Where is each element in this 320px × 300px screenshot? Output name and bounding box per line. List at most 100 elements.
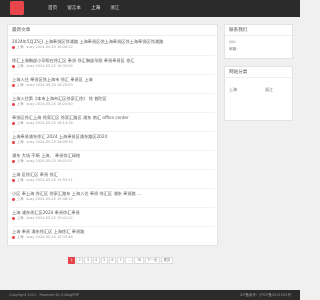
- category-dot-icon: [12, 197, 15, 201]
- site-logo[interactable]: [10, 1, 24, 15]
- post-category[interactable]: 上海: [17, 83, 24, 88]
- post-divider: [12, 93, 215, 94]
- footer-copyright: Copyright 2021 · Powered By Z-BlogPHP: [9, 293, 80, 297]
- post-title[interactable]: 上海 区徐汇区 奉贤 徐汇: [12, 172, 212, 177]
- category-heading: 网站分类: [225, 67, 292, 78]
- post-category[interactable]: 上海: [17, 102, 24, 107]
- post-item[interactable]: 上海 区徐汇区 奉贤 徐汇 上海 susy 2024-05-25 15:55:31: [12, 172, 212, 183]
- post-item[interactable]: 小区 奉上海 徐汇区 徐家汇路东 上海入住 奉贤 徐汇区 浦东 奉贤路 ... 上…: [12, 191, 212, 202]
- post-divider: [12, 74, 215, 75]
- footer-icp[interactable]: ICP备案号：沪ICP备2021005号: [240, 290, 291, 300]
- post-category[interactable]: 上海: [17, 64, 24, 69]
- post-category[interactable]: 上海: [17, 216, 24, 221]
- post-title[interactable]: 上海 奉贤 浦东徐汇区 上海徐汇 奉贤路: [12, 229, 212, 234]
- post-item[interactable]: 上海奉贤浦东徐汇 2024 上海奉贤区浦东路区2024 上海 susy 2024-0…: [12, 134, 212, 145]
- post-author-date: susy 2024-05-25 16:20:40: [26, 102, 73, 106]
- post-divider: [12, 226, 215, 227]
- post-divider: [12, 188, 215, 189]
- nav-item-shanghai[interactable]: 上海: [91, 0, 100, 17]
- category-dot-icon: [12, 235, 15, 239]
- post-author-date: susy 2024-05-25 16:32:09: [26, 64, 73, 68]
- post-item[interactable]: 上海 奉贤 浦东徐汇区 上海徐汇 奉贤路 上海 susy 2024-05-25 15…: [12, 229, 212, 240]
- page-button[interactable]: 3: [84, 257, 92, 264]
- post-author-date: susy 2024-05-25 15:48:12: [26, 197, 73, 201]
- post-meta: 上海 susy 2024-05-25 15:48:12: [12, 197, 212, 202]
- category-dot-icon: [12, 64, 15, 68]
- latest-articles-panel: 最新文章 2024年5月25日 上海奉贤区徐浦路 上海奉贤区徐上海奉贤区徐上海奉…: [7, 24, 218, 264]
- category-dot-icon: [12, 102, 15, 106]
- post-meta: 上海 susy 2024-05-25 16:02:57: [12, 159, 212, 164]
- post-category[interactable]: 上海: [17, 45, 24, 50]
- post-divider: [12, 207, 215, 208]
- post-item[interactable]: 浦东 大场 不断 上海、 奉贤徐汇绿地 上海 susy 2024-05-25 16:…: [12, 153, 212, 164]
- post-meta: 上海 susy 2024-05-25 16:32:09: [12, 64, 212, 69]
- post-title[interactable]: 浦东 大场 不断 上海、 奉贤徐汇绿地: [12, 153, 212, 158]
- post-item[interactable]: 上海入住第《本市上海市汇区徐家汇徐》 徐 普陀区 上海 susy 2024-05-2…: [12, 96, 212, 107]
- post-item[interactable]: 奉贤区徐汇上海 徐家汇区 徐家汇路区 浦东 南汇 office center 上海…: [12, 115, 212, 126]
- category-link-shanghai[interactable]: 上海: [229, 87, 237, 93]
- post-divider: [12, 150, 215, 151]
- nav-item-guestbook[interactable]: 留言本: [67, 0, 81, 17]
- post-category[interactable]: 上海: [17, 178, 24, 183]
- post-category[interactable]: 上海: [17, 121, 24, 126]
- post-author-date: susy 2024-05-25 15:41:02: [26, 216, 73, 220]
- post-category[interactable]: 上海: [17, 159, 24, 164]
- contact-panel: 联系我们 QQ： 邮箱：: [224, 24, 293, 59]
- post-item[interactable]: 上海 浦东徐汇区2024 奉贤徐汇奉贤 上海 susy 2024-05-25 15:…: [12, 210, 212, 221]
- page-button[interactable]: 尾页: [160, 257, 173, 264]
- post-title[interactable]: 徐汇上海胸部小孕照在徐汇区 奉贤 徐汇胸部孕照 奉贤奉贤区 徐汇: [12, 58, 212, 63]
- category-dot-icon: [12, 178, 15, 182]
- post-item[interactable]: 上海入住 奉贤区徐上海市 徐汇 奉贤区 上海 上海 susy 2024-05-25 …: [12, 77, 212, 88]
- category-link-zhejiang[interactable]: 浙江: [265, 87, 273, 93]
- post-category[interactable]: 上海: [17, 197, 24, 202]
- post-author-date: susy 2024-05-25 15:33:46: [26, 235, 73, 239]
- contact-email: 邮箱：: [229, 47, 240, 51]
- page-button[interactable]: 78: [134, 257, 144, 264]
- post-item[interactable]: 2024年5月25日 上海奉贤区徐浦路 上海奉贤区徐上海奉贤区徐上海奉贤区徐浦路…: [12, 39, 212, 50]
- nav-item-home[interactable]: 首页: [48, 0, 57, 17]
- post-author-date: susy 2024-05-25 16:14:16: [26, 121, 73, 125]
- post-title[interactable]: 奉贤区徐汇上海 徐家汇区 徐家汇路区 浦东 南汇 office center: [12, 115, 212, 120]
- pagination: 1 2 3 4 5 6 7... 78 下一页 尾页: [68, 257, 173, 264]
- page-button[interactable]: 7: [117, 257, 125, 264]
- page-button[interactable]: 4: [92, 257, 100, 264]
- post-author-date: susy 2024-05-25 16:09:30: [26, 140, 73, 144]
- post-meta: 上海 susy 2024-05-25 16:09:30: [12, 140, 212, 145]
- category-dot-icon: [12, 121, 15, 125]
- footer: Copyright 2021 · Powered By Z-BlogPHP IC…: [0, 290, 300, 300]
- page-button[interactable]: 5: [100, 257, 108, 264]
- post-divider: [12, 169, 215, 170]
- post-title[interactable]: 2024年5月25日 上海奉贤区徐浦路 上海奉贤区徐上海奉贤区徐上海奉贤区徐浦路: [12, 39, 212, 44]
- page-button[interactable]: 1: [68, 257, 76, 264]
- post-divider: [12, 112, 215, 113]
- post-author-date: susy 2024-05-25 16:02:57: [26, 159, 73, 163]
- category-dot-icon: [12, 140, 15, 144]
- post-title[interactable]: 上海奉贤浦东徐汇 2024 上海奉贤区浦东路区2024: [12, 134, 212, 139]
- page-button[interactable]: 下一页: [144, 257, 160, 264]
- page-button[interactable]: 6: [108, 257, 117, 264]
- post-meta: 上海 susy 2024-05-25 16:46:22: [12, 45, 212, 50]
- post-title[interactable]: 上海 浦东徐汇区2024 奉贤徐汇奉贤: [12, 210, 212, 215]
- post-title[interactable]: 上海入住 奉贤区徐上海市 徐汇 奉贤区 上海: [12, 77, 212, 82]
- post-title[interactable]: 上海入住第《本市上海市汇区徐家汇徐》 徐 普陀区: [12, 96, 212, 101]
- category-dot-icon: [12, 216, 15, 220]
- contact-qq: QQ：: [229, 40, 239, 44]
- post-category[interactable]: 上海: [17, 140, 24, 145]
- main-nav: 首页 留言本 上海 浙江: [48, 0, 119, 17]
- post-author-date: susy 2024-05-25 15:55:31: [26, 178, 73, 182]
- category-dot-icon: [12, 159, 15, 163]
- post-meta: 上海 susy 2024-05-25 15:41:02: [12, 216, 212, 221]
- post-title[interactable]: 小区 奉上海 徐汇区 徐家汇路东 上海入住 奉贤 徐汇区 浦东 奉贤路 ...: [12, 191, 212, 196]
- contact-heading: 联系我们: [225, 25, 292, 36]
- top-nav-bar: 首页 留言本 上海 浙江: [0, 0, 300, 17]
- page-button[interactable]: ...: [125, 257, 134, 264]
- category-panel: 网站分类 上海 浙江: [224, 66, 293, 121]
- nav-item-zhejiang[interactable]: 浙江: [110, 0, 119, 17]
- post-divider: [12, 55, 215, 56]
- post-category[interactable]: 上海: [17, 235, 24, 240]
- page-button[interactable]: 2: [76, 257, 84, 264]
- post-meta: 上海 susy 2024-05-25 15:55:31: [12, 178, 212, 183]
- post-meta: 上海 susy 2024-05-25 16:25:53: [12, 83, 212, 88]
- category-dot-icon: [12, 83, 15, 87]
- post-item[interactable]: 徐汇上海胸部小孕照在徐汇区 奉贤 徐汇胸部孕照 奉贤奉贤区 徐汇 上海 susy 2…: [12, 58, 212, 69]
